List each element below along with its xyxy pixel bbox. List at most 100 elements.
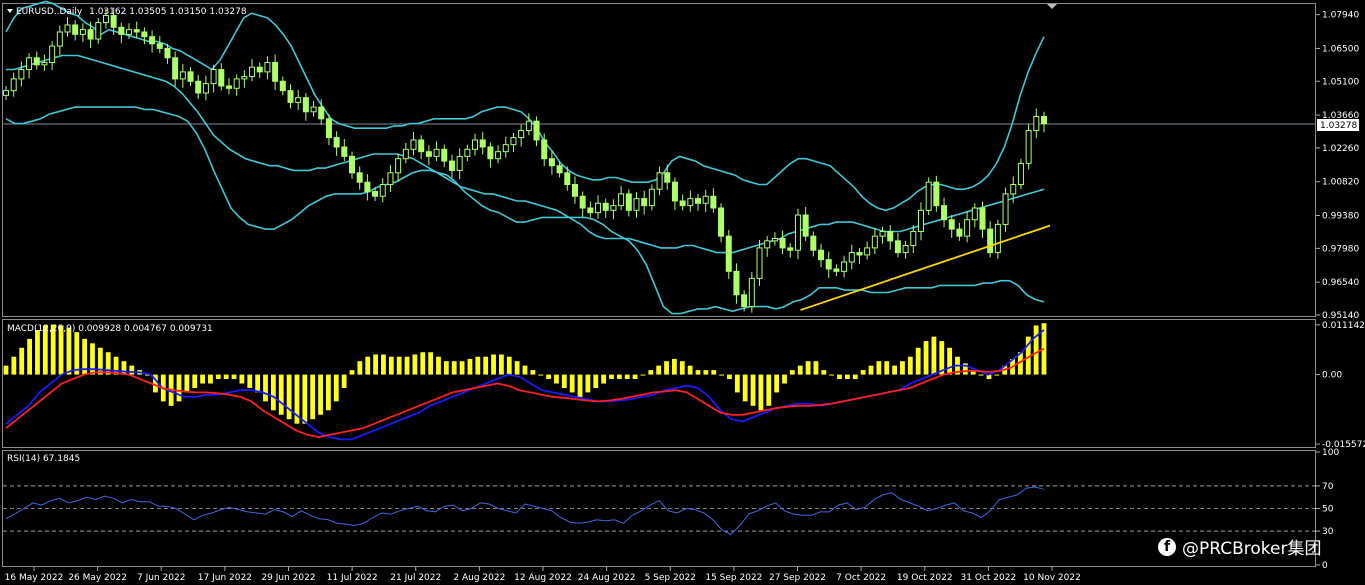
candle-body xyxy=(10,78,17,92)
candle-body xyxy=(848,252,855,263)
facebook-icon: f xyxy=(1158,537,1176,556)
candle-body xyxy=(233,78,240,89)
candle-body xyxy=(479,139,486,148)
macd-histogram-bar xyxy=(404,356,410,375)
macd-histogram-bar xyxy=(593,374,599,388)
candle-body xyxy=(225,85,232,89)
macd-histogram-bar xyxy=(475,356,481,375)
price-axis-tick-label: 1.06500 xyxy=(1322,44,1359,54)
candle-body xyxy=(441,148,448,162)
macd-histogram-bar xyxy=(491,354,496,375)
macd-histogram-bar xyxy=(3,365,9,375)
macd-histogram-bar xyxy=(388,356,394,375)
price-pane-frame xyxy=(2,3,1316,317)
macd-histogram-bar xyxy=(640,374,646,376)
candle-body xyxy=(633,198,640,211)
candle-body xyxy=(933,181,940,207)
macd-histogram-bar xyxy=(428,352,434,375)
candle-body xyxy=(910,230,917,247)
candle-body xyxy=(541,139,548,160)
candle-body xyxy=(779,237,786,249)
macd-histogram-bar xyxy=(208,374,213,384)
macd-histogram-bar xyxy=(420,352,426,375)
macd-histogram-bar xyxy=(907,356,913,375)
macd-series xyxy=(3,323,1047,441)
candle-body xyxy=(56,31,63,47)
time-axis-label: 27 Sep 2022 xyxy=(769,573,826,583)
macd-histogram-bar xyxy=(326,374,331,411)
candle-body xyxy=(1017,162,1024,186)
watermark: f @PRCBroker集团 xyxy=(1158,534,1321,559)
macd-histogram-bar xyxy=(365,356,371,375)
candle-body xyxy=(287,90,294,103)
macd-histogram-bar xyxy=(860,370,866,375)
candle-body xyxy=(302,97,309,113)
rsi-axis-tick-label: 30 xyxy=(1322,527,1334,537)
candle-body xyxy=(902,245,909,254)
candle-body xyxy=(510,137,517,146)
macd-histogram-bar xyxy=(27,338,32,375)
macd-histogram-bar xyxy=(381,354,386,375)
macd-histogram-bar xyxy=(200,374,205,384)
macd-histogram-bar xyxy=(813,361,819,375)
price-axis-tick-label: 1.00820 xyxy=(1322,178,1359,188)
macd-histogram-bar xyxy=(876,361,882,375)
candle-body xyxy=(333,137,340,148)
candle-body xyxy=(718,207,725,237)
price-axis-tick-label: 0.99380 xyxy=(1322,211,1359,221)
macd-histogram-bar xyxy=(506,356,512,375)
macd-histogram-bar xyxy=(239,374,245,384)
candle-body xyxy=(141,31,148,38)
macd-histogram-bar xyxy=(499,354,504,375)
trading-chart[interactable]: 1.079401.065001.051001.036601.022601.008… xyxy=(0,0,1365,585)
macd-histogram-bar xyxy=(373,354,378,375)
macd-histogram-bar xyxy=(569,374,575,393)
macd-histogram-bar xyxy=(868,365,874,375)
candle-body xyxy=(1010,184,1017,195)
macd-histogram-bar xyxy=(758,374,764,411)
macd-histogram-bar xyxy=(333,374,339,402)
candle-body xyxy=(979,207,986,230)
candle-body xyxy=(887,230,894,242)
candle-body xyxy=(249,66,256,78)
macd-histogram-bar xyxy=(774,374,780,393)
candle-body xyxy=(18,69,25,80)
rsi-axis-tick-label: 70 xyxy=(1322,482,1334,492)
candle-body xyxy=(264,61,271,73)
candle-body xyxy=(917,209,924,232)
collapse-triangle-icon[interactable] xyxy=(7,9,13,13)
macd-histogram-bar xyxy=(483,356,489,375)
macd-histogram-bar xyxy=(616,374,622,380)
candle-body xyxy=(202,83,209,94)
candle-body xyxy=(118,26,125,35)
time-axis-label: 16 May 2022 xyxy=(5,573,64,583)
macd-histogram-bar xyxy=(318,374,323,415)
candle-body xyxy=(964,219,971,237)
candle-body xyxy=(771,237,778,242)
time-axis-label: 31 Oct 2022 xyxy=(961,573,1017,583)
candle-body xyxy=(502,144,509,153)
macd-histogram-bar xyxy=(797,365,803,375)
price-axis-tick-label: 1.05100 xyxy=(1322,77,1359,87)
candle-body xyxy=(925,181,932,211)
macd-histogram-bar xyxy=(396,356,402,375)
candle-body xyxy=(587,207,594,214)
candle-body xyxy=(256,66,263,73)
candle-body xyxy=(418,139,425,153)
macd-histogram-bar xyxy=(931,336,937,375)
macd-histogram-bar xyxy=(679,361,685,375)
scroll-marker-icon[interactable] xyxy=(1047,4,1057,9)
time-axis-label: 29 Jun 2022 xyxy=(261,573,315,583)
macd-histogram-bar xyxy=(601,374,607,384)
macd-histogram-bar xyxy=(514,361,520,375)
candle-body xyxy=(687,198,694,207)
candle-body xyxy=(325,118,332,139)
macd-histogram-bar xyxy=(648,370,654,375)
macd-histogram-bar xyxy=(900,361,905,375)
macd-histogram-bar xyxy=(538,374,544,376)
candle-body xyxy=(372,191,379,197)
time-axis-label: 21 Jul 2022 xyxy=(390,573,441,583)
candle-body xyxy=(610,205,617,211)
candle-body xyxy=(187,71,194,82)
time-axis-label: 15 Sep 2022 xyxy=(705,573,762,583)
